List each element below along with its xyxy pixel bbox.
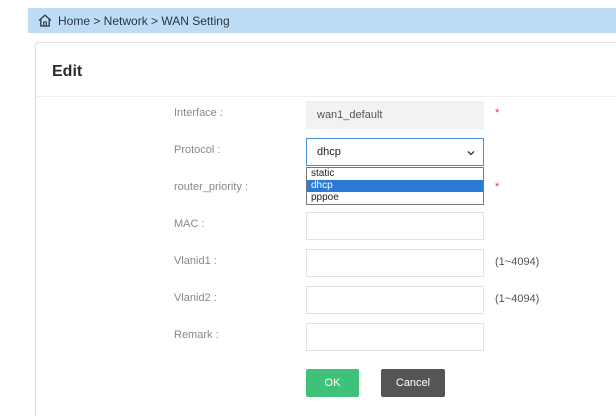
interface-label: Interface : — [174, 107, 223, 119]
vlanid2-range-hint: (1~4094) — [495, 293, 540, 305]
cancel-button[interactable]: Cancel — [381, 369, 445, 397]
mac-input[interactable] — [306, 212, 484, 240]
interface-field: wan1_default — [306, 101, 484, 129]
protocol-select[interactable]: dhcp — [306, 138, 484, 166]
router-priority-label: router_priority : — [174, 181, 248, 193]
protocol-option-dhcp[interactable]: dhcp — [307, 180, 483, 192]
protocol-option-static[interactable]: static — [307, 168, 483, 180]
panel-divider — [36, 96, 616, 97]
ok-button[interactable]: OK — [306, 369, 359, 397]
edit-panel: Edit Interface : wan1_default * Protocol… — [35, 42, 616, 416]
vlanid1-range-hint: (1~4094) — [495, 256, 540, 268]
protocol-label: Protocol : — [174, 144, 221, 156]
protocol-option-pppoe[interactable]: pppoe — [307, 192, 483, 204]
vlanid1-input[interactable] — [306, 249, 484, 277]
breadcrumb-text[interactable]: Home > Network > WAN Setting — [58, 14, 230, 28]
router-priority-required-mark: * — [495, 181, 500, 193]
vlanid2-label: Vlanid2 : — [174, 292, 217, 304]
home-icon[interactable] — [38, 14, 52, 27]
protocol-selected-value: dhcp — [317, 146, 341, 158]
panel-title: Edit — [52, 63, 83, 80]
mac-label: MAC : — [174, 218, 205, 230]
remark-label: Remark : — [174, 329, 219, 341]
protocol-dropdown: static dhcp pppoe — [306, 167, 484, 205]
interface-value: wan1_default — [317, 109, 383, 121]
remark-input[interactable] — [306, 323, 484, 351]
interface-required-mark: * — [495, 107, 500, 119]
chevron-down-icon[interactable] — [467, 148, 475, 156]
vlanid2-input[interactable] — [306, 286, 484, 314]
breadcrumb: Home > Network > WAN Setting — [28, 8, 616, 33]
vlanid1-label: Vlanid1 : — [174, 255, 217, 267]
